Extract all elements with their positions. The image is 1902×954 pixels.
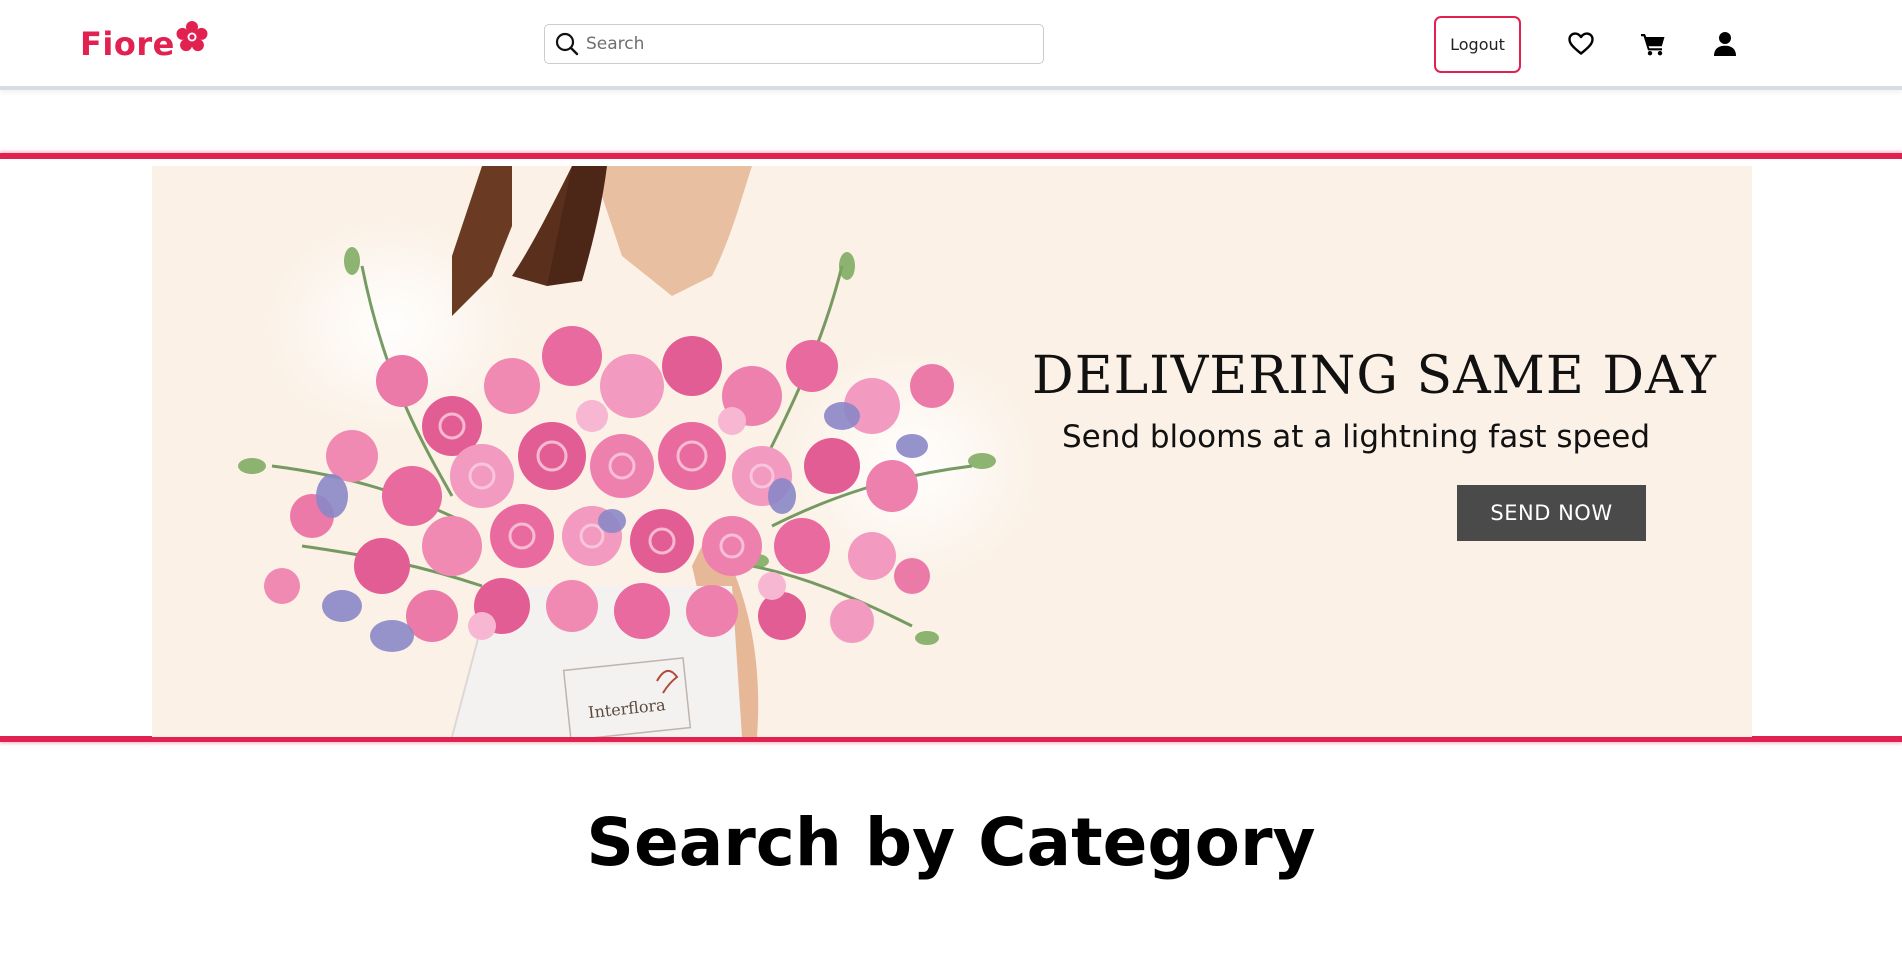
search-bar[interactable] [544, 24, 1044, 64]
hero-section: Interflora DELIVERING SAME DAY Send bloo… [0, 153, 1902, 742]
hero-bouquet-image: Interflora [238, 166, 1032, 737]
cart-button[interactable] [1639, 30, 1667, 58]
logout-button[interactable]: Logout [1434, 16, 1521, 73]
brand-logo[interactable]: Fiore [80, 21, 209, 66]
top-navbar: Fiore Logout [0, 0, 1902, 90]
search-input[interactable] [586, 29, 1026, 59]
cart-icon [1641, 34, 1665, 56]
brand-name: Fiore [80, 25, 175, 63]
hero-banner: Interflora DELIVERING SAME DAY Send bloo… [152, 166, 1752, 737]
hero-subheadline: Send blooms at a lightning fast speed [1061, 419, 1651, 455]
search-icon [555, 32, 579, 56]
send-now-button[interactable]: SEND NOW [1457, 485, 1646, 541]
wishlist-button[interactable] [1567, 30, 1595, 58]
hero-headline: DELIVERING SAME DAY [1032, 346, 1717, 406]
category-section-title: Search by Category [586, 804, 1316, 881]
flower-logo-icon [176, 21, 208, 52]
account-button[interactable] [1711, 30, 1739, 58]
user-icon [1714, 32, 1736, 56]
heart-icon [1568, 32, 1594, 55]
